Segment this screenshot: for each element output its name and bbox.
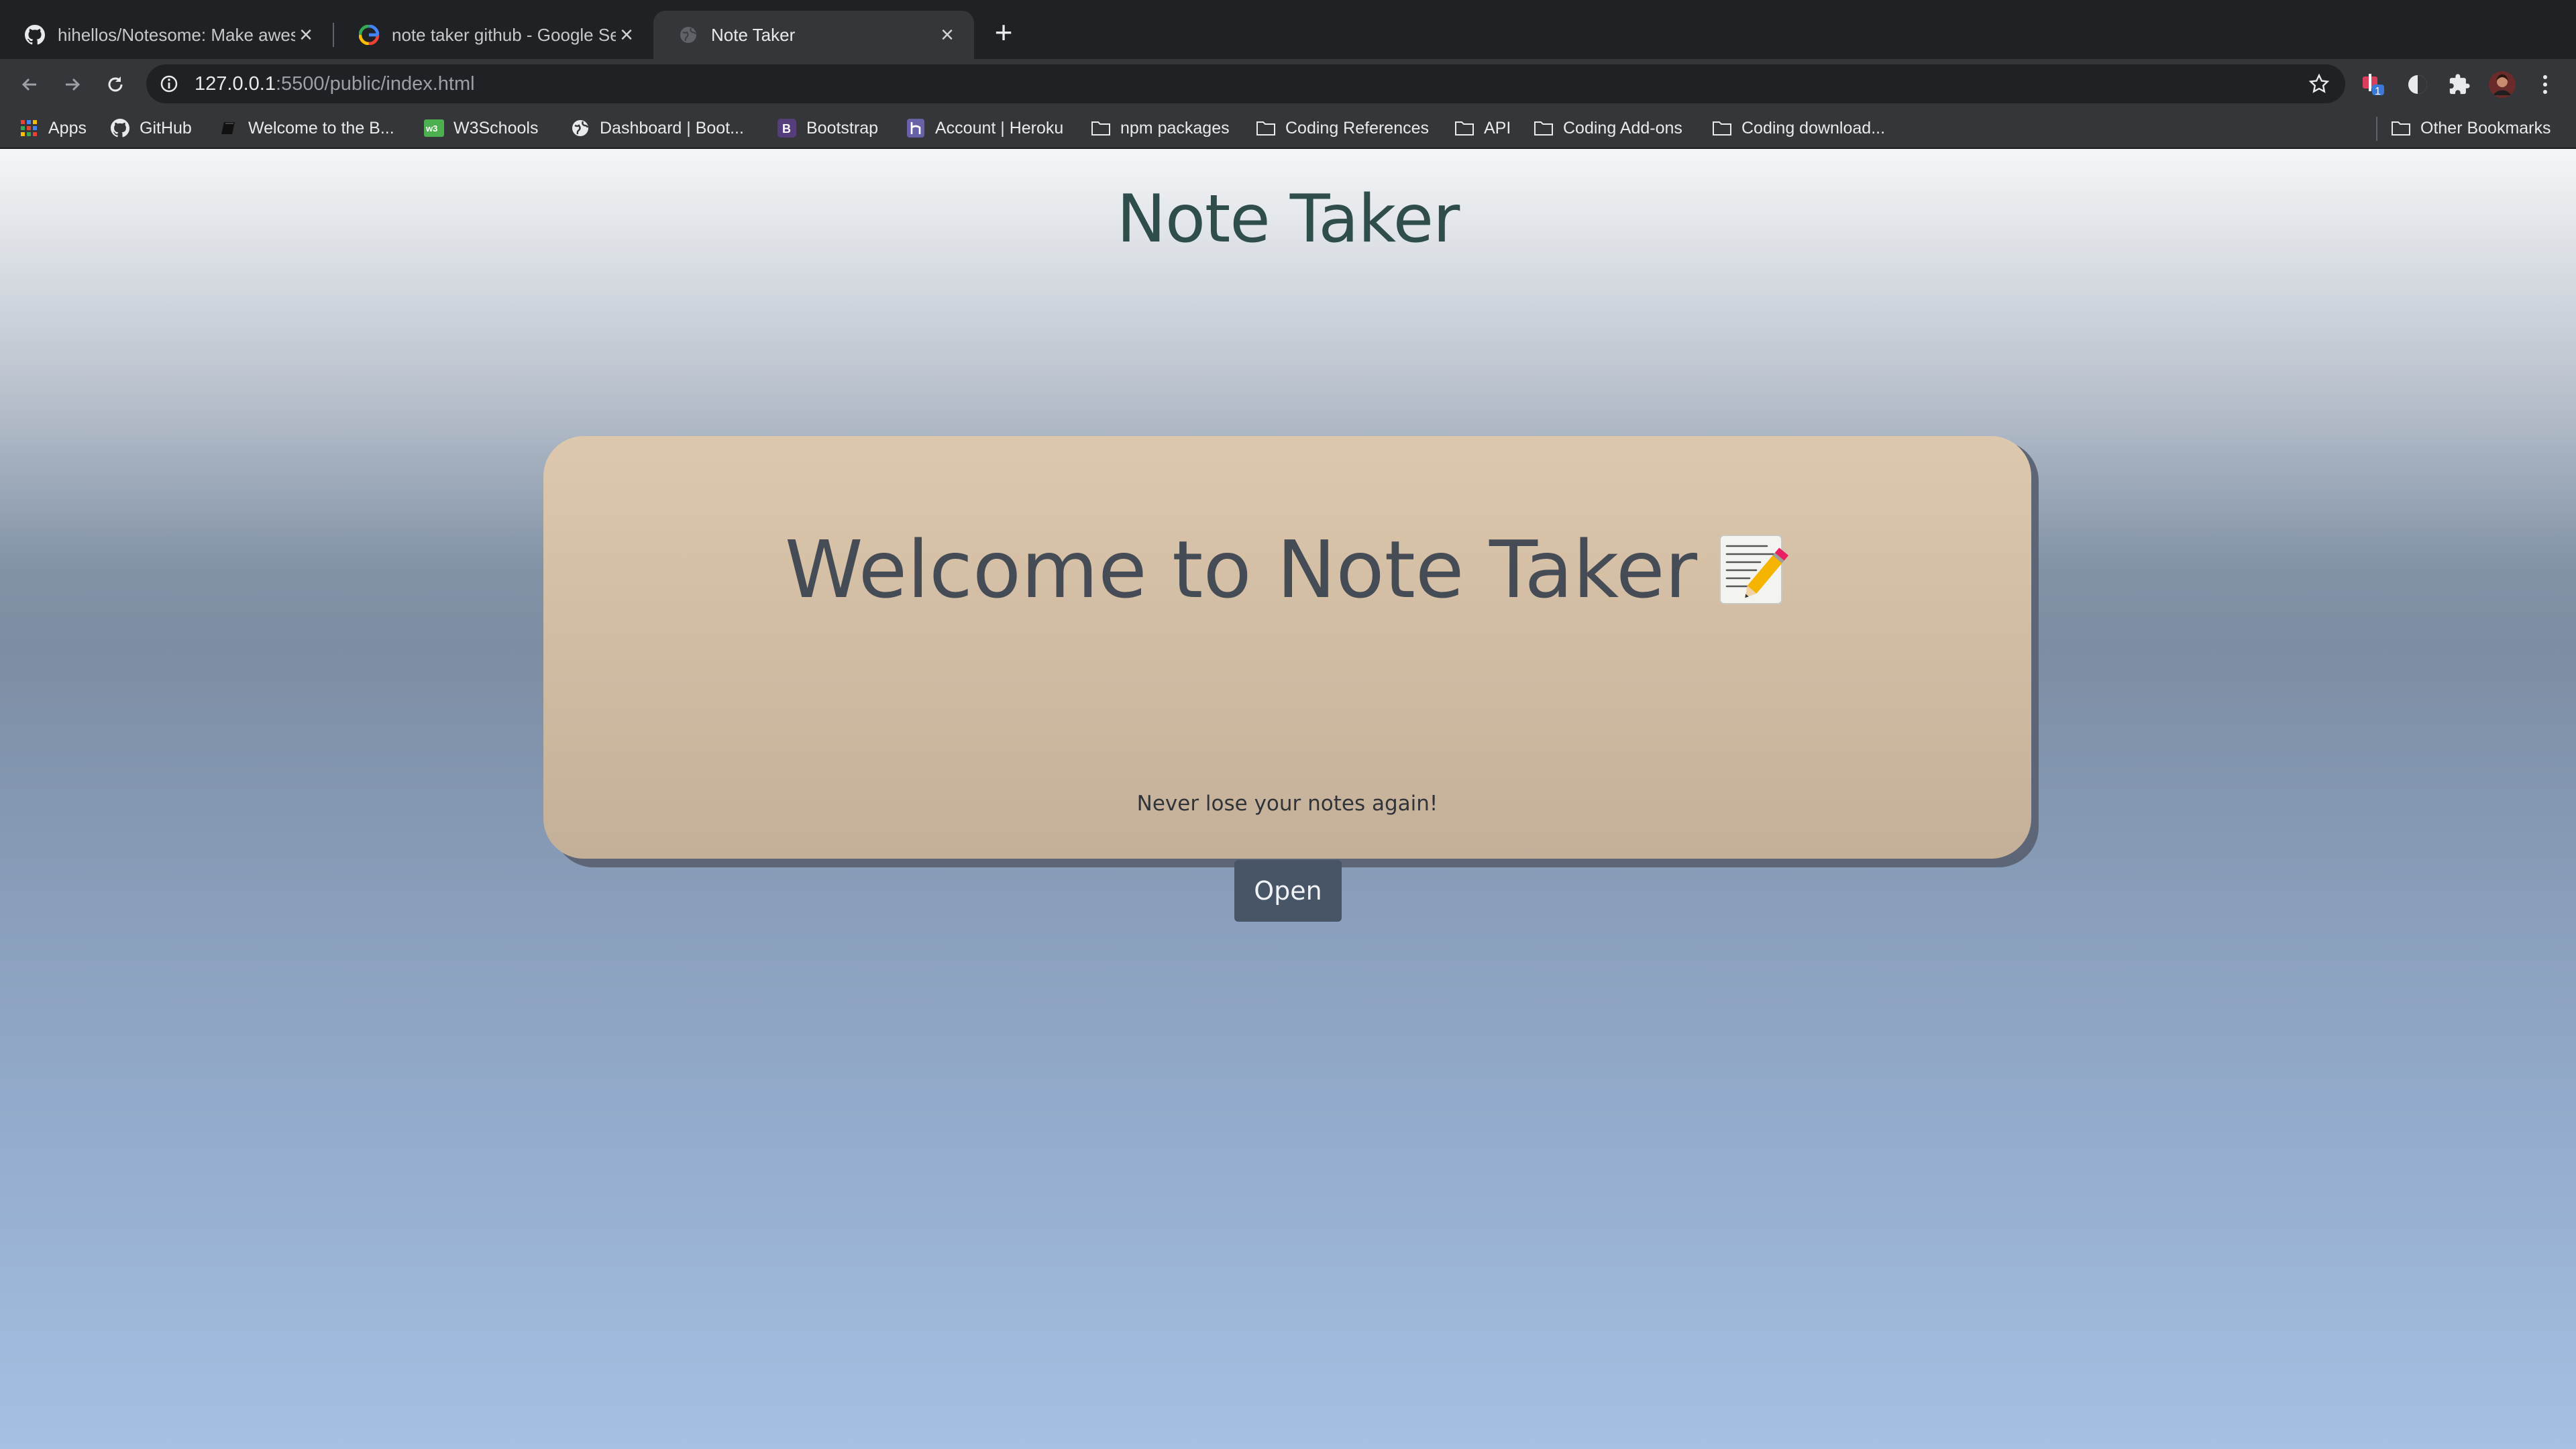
- url-text: 127.0.0.1:5500/public/index.html: [195, 73, 475, 95]
- avatar[interactable]: [2487, 70, 2517, 99]
- bookmarks-bar: Apps GitHub Welcome to the B... w3 W3Sch…: [0, 109, 2576, 149]
- github-icon: [24, 24, 46, 46]
- bookmark-label: Welcome to the B...: [248, 118, 394, 138]
- folder-icon: [1534, 118, 1554, 138]
- tab-note-taker[interactable]: Note Taker ×: [653, 11, 974, 59]
- bookmark-coding-downloads[interactable]: Coding download...: [1712, 109, 1885, 148]
- welcome-heading: Welcome to Note Taker: [543, 523, 2031, 616]
- contrast-extension-icon[interactable]: [2403, 70, 2432, 99]
- back-button[interactable]: [13, 68, 46, 101]
- tab-notesome[interactable]: hihellos/Notesome: Make awes ×: [0, 11, 333, 59]
- extensions-puzzle-icon[interactable]: [2445, 70, 2474, 99]
- bookmark-star-icon[interactable]: [2308, 72, 2330, 95]
- folder-icon: [1091, 118, 1111, 138]
- welcome-heading-text: Welcome to Note Taker: [784, 523, 1698, 616]
- bookmark-label: Bootstrap: [806, 118, 879, 138]
- w3schools-icon: w3: [424, 118, 444, 138]
- bookmark-npm-packages[interactable]: npm packages: [1091, 109, 1230, 148]
- browser-toolbar: 127.0.0.1:5500/public/index.html 1: [0, 59, 2576, 109]
- open-button[interactable]: Open: [1234, 860, 1342, 922]
- globe-icon: [678, 24, 699, 46]
- address-bar[interactable]: 127.0.0.1:5500/public/index.html: [146, 64, 2345, 103]
- svg-text:B: B: [782, 122, 791, 136]
- extension-badge-count: 1: [2375, 86, 2381, 97]
- tab-title: hihellos/Notesome: Make awes: [58, 24, 295, 45]
- welcome-card: Welcome to Note Taker Never lose your no…: [543, 436, 2031, 922]
- bookmark-heroku[interactable]: Account | Heroku: [906, 109, 1063, 148]
- close-icon[interactable]: ×: [936, 22, 958, 48]
- bookmark-label: Coding References: [1285, 118, 1430, 138]
- globe-icon: [570, 118, 590, 138]
- folder-icon: [1256, 118, 1276, 138]
- bookmark-other-bookmarks[interactable]: Other Bookmarks: [2391, 109, 2551, 148]
- info-icon[interactable]: [158, 73, 180, 95]
- bookmark-bootstrap[interactable]: B Bootstrap: [777, 109, 878, 148]
- folder-icon: [1454, 118, 1474, 138]
- bootstrap-icon: B: [777, 118, 797, 138]
- tab-google-search[interactable]: note taker github - Google Sea ×: [334, 11, 653, 59]
- bookmark-divider: [2376, 117, 2377, 141]
- tab-strip: hihellos/Notesome: Make awes × note take…: [0, 0, 2576, 59]
- browser-menu-icon[interactable]: [2530, 70, 2560, 99]
- apps-grid-icon: [19, 118, 39, 138]
- page-viewport: Note Taker Welcome to Note Taker Never l…: [0, 149, 2576, 1449]
- forward-button[interactable]: [56, 68, 89, 101]
- bookmark-label: Apps: [48, 118, 87, 138]
- bookmark-label: npm packages: [1120, 118, 1230, 138]
- url-host: 127.0.0.1: [195, 72, 276, 95]
- bookmark-dashboard[interactable]: Dashboard | Boot...: [570, 109, 744, 148]
- book-icon: [219, 118, 239, 138]
- svg-text:w3: w3: [425, 123, 437, 133]
- bookmark-welcome[interactable]: Welcome to the B...: [219, 109, 394, 148]
- bookmark-label: Coding Add-ons: [1563, 118, 1682, 138]
- close-icon[interactable]: ×: [295, 22, 317, 48]
- tagline: Never lose your notes again!: [1136, 792, 1438, 816]
- bookmark-label: GitHub: [140, 118, 192, 138]
- folder-icon: [1712, 118, 1732, 138]
- bookmark-label: API: [1484, 118, 1511, 138]
- page-title: Note Taker: [1116, 181, 1460, 258]
- new-tab-button[interactable]: +: [987, 15, 1020, 50]
- bookmark-api[interactable]: API: [1454, 109, 1511, 148]
- extension-badge-icon[interactable]: 1: [2359, 70, 2388, 99]
- bookmark-label: Dashboard | Boot...: [600, 118, 744, 138]
- bookmark-apps[interactable]: Apps: [19, 109, 87, 148]
- reload-button[interactable]: [99, 68, 131, 101]
- url-path: :5500/public/index.html: [275, 72, 475, 95]
- folder-icon: [2391, 118, 2411, 138]
- heroku-icon: [906, 118, 926, 138]
- bookmark-label: W3Schools: [453, 118, 539, 138]
- bookmark-label: Account | Heroku: [935, 118, 1064, 138]
- bookmark-github[interactable]: GitHub: [110, 109, 192, 148]
- bookmark-label: Other Bookmarks: [2420, 118, 2551, 138]
- bookmark-label: Coding download...: [1741, 118, 1886, 138]
- bookmark-coding-add-ons[interactable]: Coding Add-ons: [1534, 109, 1682, 148]
- github-icon: [110, 118, 130, 138]
- google-icon: [358, 24, 380, 46]
- close-icon[interactable]: ×: [616, 22, 637, 48]
- tab-title: note taker github - Google Sea: [392, 24, 616, 45]
- memo-icon: [1716, 533, 1790, 606]
- bookmark-coding-references[interactable]: Coding References: [1256, 109, 1429, 148]
- tab-title: Note Taker: [711, 24, 796, 45]
- bookmark-w3schools[interactable]: w3 W3Schools: [424, 109, 538, 148]
